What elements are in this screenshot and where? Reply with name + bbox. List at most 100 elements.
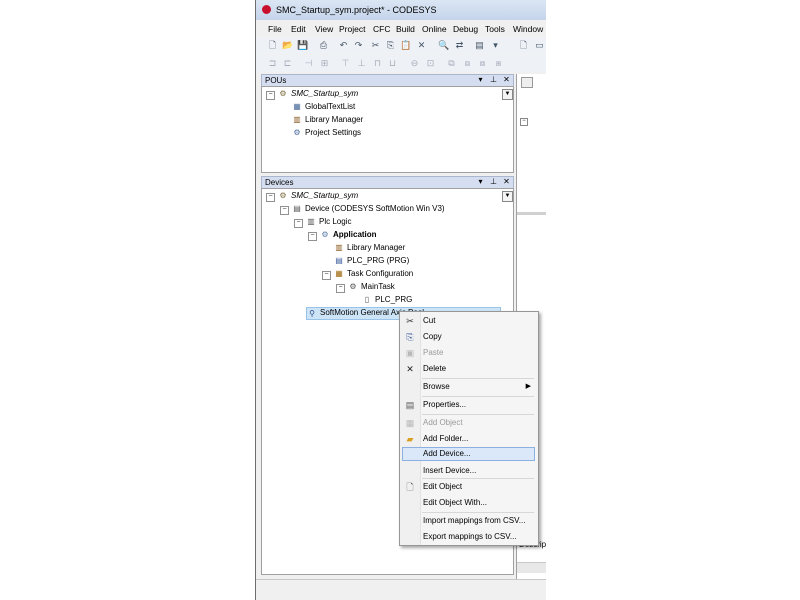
- toolbar-cfc: ⊐ ⊏ ⊣ ⊞ ⊤ ⊥ ⊓ ⊔ ⊖ ⊡ ⧉ ⧈ ⧇ ⧆: [256, 55, 546, 72]
- text-list-icon: ▦: [293, 102, 301, 111]
- pin-icon[interactable]: ⊥: [489, 177, 498, 186]
- collapse-icon[interactable]: −: [266, 91, 275, 100]
- menu-item-paste[interactable]: ▣ Paste: [402, 346, 535, 360]
- device-icon[interactable]: ▤: [474, 40, 485, 51]
- menu-file[interactable]: File: [268, 24, 282, 34]
- properties-icon: ▤: [405, 400, 415, 410]
- menu-bar: File Edit View Project CFC Build Online …: [256, 20, 546, 37]
- new-file-icon[interactable]: 🗋: [267, 40, 278, 51]
- plc-logic-icon: ▥: [307, 217, 315, 226]
- menu-item-add-device[interactable]: Add Device...: [402, 447, 535, 461]
- menu-online[interactable]: Online: [422, 24, 447, 34]
- cfc-edge-icon[interactable]: ⧇: [477, 58, 488, 69]
- pou-icon: ▤: [335, 256, 343, 265]
- save-icon[interactable]: 💾: [297, 40, 308, 51]
- library-icon: ▥: [293, 115, 301, 124]
- project-icon: ⚙: [279, 191, 287, 200]
- toolbar-standard: 🗋 📂 💾 ⎙ ↶ ↷ ✂ ⎘ 📋 ✕ 🔍 ⇄ ▤ ▾ 🗋 ▭: [256, 37, 546, 54]
- menu-build[interactable]: Build: [396, 24, 415, 34]
- editor-tab-icon[interactable]: [521, 77, 533, 88]
- menu-item-copy[interactable]: ⎘ Copy: [402, 330, 535, 344]
- menu-separator: [422, 512, 534, 513]
- devices-dropdown-icon[interactable]: ▼: [502, 191, 513, 202]
- cfc-order-icon[interactable]: ⊡: [425, 58, 436, 69]
- collapse-icon[interactable]: −: [294, 219, 303, 228]
- add-object-icon: ▦: [405, 418, 415, 428]
- application-icon: ⚙: [321, 230, 329, 239]
- pous-panel-title: POUs: [265, 76, 287, 85]
- menu-item-cut[interactable]: ✂ Cut: [402, 314, 535, 328]
- copy-icon[interactable]: ⎘: [385, 40, 396, 51]
- menu-item-edit-object-with[interactable]: Edit Object With...: [402, 496, 535, 510]
- find-icon[interactable]: 🔍: [438, 40, 449, 51]
- codesys-app-icon: [262, 5, 271, 14]
- collapse-icon[interactable]: −: [322, 271, 331, 280]
- panel-dropdown-icon[interactable]: ▾: [476, 177, 485, 186]
- delete-icon[interactable]: ✕: [416, 40, 427, 51]
- menu-item-delete[interactable]: ✕ Delete: [402, 362, 535, 376]
- menu-item-add-folder[interactable]: ▰ Add Folder...: [402, 432, 535, 446]
- cut-icon[interactable]: ✂: [370, 40, 381, 51]
- open-folder-icon[interactable]: 📂: [282, 40, 293, 51]
- pous-tree: ▼ − ⚙ SMC_Startup_sym ▦ GlobalTextList ▥…: [261, 86, 514, 173]
- menu-item-import-mappings[interactable]: Import mappings from CSV...: [402, 514, 535, 528]
- menu-cfc[interactable]: CFC: [373, 24, 390, 34]
- collapse-icon[interactable]: −: [280, 206, 289, 215]
- print-icon[interactable]: ⎙: [318, 40, 329, 51]
- replace-icon[interactable]: ⇄: [454, 40, 465, 51]
- close-icon[interactable]: ✕: [502, 75, 511, 84]
- add-object-icon[interactable]: 🗋: [518, 40, 529, 51]
- pous-dropdown-icon[interactable]: ▼: [502, 89, 513, 100]
- edit-object-icon: 🗋: [406, 482, 414, 492]
- cfc-jump-icon[interactable]: ⊣: [303, 58, 314, 69]
- close-icon[interactable]: ✕: [502, 177, 511, 186]
- delete-icon: ✕: [406, 364, 414, 374]
- cfc-reset-icon[interactable]: ⧈: [462, 58, 473, 69]
- paste-icon[interactable]: 📋: [400, 40, 411, 51]
- panel-dropdown-icon[interactable]: ▾: [476, 75, 485, 84]
- menu-view[interactable]: View: [315, 24, 333, 34]
- window-tile-icon[interactable]: ▭: [534, 40, 545, 51]
- cfc-route-icon[interactable]: ⧆: [493, 58, 504, 69]
- menu-debug[interactable]: Debug: [453, 24, 478, 34]
- cfc-connection-icon[interactable]: ⊔: [387, 58, 398, 69]
- call-icon: ▯: [364, 295, 370, 304]
- dropdown-icon[interactable]: ▾: [490, 40, 501, 51]
- cfc-box-icon[interactable]: ⊞: [319, 58, 330, 69]
- menu-separator: [422, 478, 534, 479]
- menu-item-edit-object[interactable]: 🗋 Edit Object: [402, 480, 535, 494]
- cfc-negate-icon[interactable]: ⊖: [409, 58, 420, 69]
- menu-item-browse[interactable]: Browse ▶: [402, 380, 535, 394]
- cfc-label-icon[interactable]: ⊥: [356, 58, 367, 69]
- title-bar: SMC_Startup_sym.project* - CODESYS: [256, 0, 546, 21]
- collapse-icon[interactable]: −: [308, 232, 317, 241]
- collapse-icon[interactable]: −: [520, 118, 528, 126]
- paste-icon: ▣: [405, 348, 415, 358]
- menu-item-export-mappings[interactable]: Export mappings to CSV...: [402, 530, 535, 544]
- collapse-icon[interactable]: −: [336, 284, 345, 293]
- menu-separator: [422, 414, 534, 415]
- devices-panel-title: Devices: [265, 178, 294, 187]
- cfc-comment-icon[interactable]: ⊓: [372, 58, 383, 69]
- cut-icon: ✂: [406, 316, 414, 326]
- menu-item-add-object[interactable]: ▦ Add Object: [402, 416, 535, 430]
- copy-icon: ⎘: [406, 332, 414, 342]
- menu-window[interactable]: Window: [513, 24, 543, 34]
- menu-project[interactable]: Project: [339, 24, 365, 34]
- pin-icon[interactable]: ⊥: [489, 75, 498, 84]
- menu-separator: [422, 396, 534, 397]
- cfc-set-icon[interactable]: ⧉: [446, 58, 457, 69]
- undo-icon[interactable]: ↶: [338, 40, 349, 51]
- cfc-output-icon[interactable]: ⊏: [282, 58, 293, 69]
- redo-icon[interactable]: ↷: [353, 40, 364, 51]
- menu-edit[interactable]: Edit: [291, 24, 306, 34]
- horizontal-scrollbar[interactable]: [517, 562, 546, 573]
- window-title: SMC_Startup_sym.project* - CODESYS: [276, 5, 437, 15]
- menu-item-properties[interactable]: ▤ Properties...: [402, 398, 535, 412]
- menu-item-insert-device[interactable]: Insert Device...: [402, 464, 535, 478]
- collapse-icon[interactable]: −: [266, 193, 275, 202]
- pane-splitter[interactable]: [517, 212, 546, 215]
- cfc-return-icon[interactable]: ⊤: [340, 58, 351, 69]
- menu-tools[interactable]: Tools: [485, 24, 505, 34]
- cfc-input-icon[interactable]: ⊐: [267, 58, 278, 69]
